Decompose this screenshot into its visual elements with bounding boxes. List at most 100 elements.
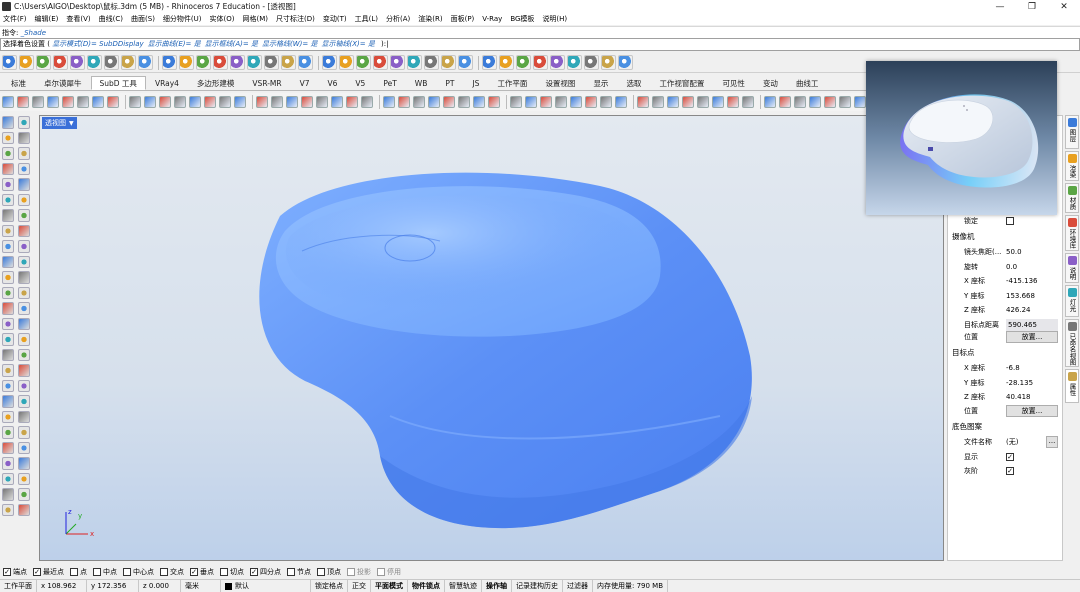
left-tool-icon[interactable] xyxy=(18,178,30,191)
standard-tool-icon[interactable] xyxy=(482,55,497,70)
standard-tool-icon[interactable] xyxy=(104,55,119,70)
standard-tool-icon[interactable] xyxy=(441,55,456,70)
subd-tool-icon[interactable] xyxy=(682,96,694,108)
osnap-2[interactable]: 点 xyxy=(70,567,87,577)
standard-tool-icon[interactable] xyxy=(516,55,531,70)
left-tool-icon[interactable] xyxy=(18,364,30,377)
left-tool-icon[interactable] xyxy=(2,224,14,237)
perspective-viewport[interactable]: 透视图 ▼ x y z xyxy=(39,115,944,561)
left-tool-icon[interactable] xyxy=(18,193,30,206)
osnap-checkbox[interactable]: ✓ xyxy=(250,567,258,576)
prop-value[interactable]: -6.8 xyxy=(1006,364,1020,372)
tab-20[interactable]: 曲线工 xyxy=(787,76,828,90)
prop-value[interactable]: 590.465 xyxy=(1006,318,1058,331)
osnap-10[interactable]: 顶点 xyxy=(317,567,341,577)
left-tool-icon[interactable] xyxy=(18,271,30,284)
standard-tool-icon[interactable] xyxy=(247,55,262,70)
osnap-0[interactable]: ✓ 端点 xyxy=(3,567,27,577)
osnap-12[interactable]: 停用 xyxy=(377,567,401,577)
standard-tool-icon[interactable] xyxy=(601,55,616,70)
left-tool-icon[interactable] xyxy=(18,162,30,175)
left-tool-icon[interactable] xyxy=(18,333,30,346)
left-tool-icon[interactable] xyxy=(18,240,30,253)
subd-tool-icon[interactable] xyxy=(764,96,776,108)
tab-12[interactable]: JS xyxy=(463,76,488,90)
subd-tool-icon[interactable] xyxy=(697,96,709,108)
left-tool-icon[interactable] xyxy=(2,178,14,191)
osnap-checkbox[interactable] xyxy=(220,567,228,576)
subd-tool-icon[interactable] xyxy=(189,96,201,108)
left-tool-icon[interactable] xyxy=(18,131,30,144)
subd-tool-icon[interactable] xyxy=(794,96,806,108)
standard-tool-icon[interactable] xyxy=(390,55,405,70)
osnap-checkbox[interactable] xyxy=(377,567,385,576)
subd-tool-icon[interactable] xyxy=(331,96,343,108)
standard-tool-icon[interactable] xyxy=(162,55,177,70)
tab-7[interactable]: V6 xyxy=(319,76,347,90)
tab-1[interactable]: 卓尔谟犀牛 xyxy=(35,76,91,90)
minimize-button[interactable]: — xyxy=(984,0,1016,13)
prompt-option-1[interactable]: 显示曲线(E)= 是 xyxy=(148,40,201,48)
subd-tool-icon[interactable] xyxy=(667,96,679,108)
menu-item-11[interactable]: 分析(A) xyxy=(386,14,410,24)
left-tool-icon[interactable] xyxy=(18,457,30,470)
subd-tool-icon[interactable] xyxy=(428,96,440,108)
current-layer[interactable]: 默认 xyxy=(221,580,311,592)
tab-19[interactable]: 变动 xyxy=(754,76,787,90)
menu-item-0[interactable]: 文件(F) xyxy=(3,14,27,24)
menu-item-4[interactable]: 曲面(S) xyxy=(131,14,155,24)
lock-checkbox[interactable] xyxy=(1006,217,1014,225)
menu-item-14[interactable]: V-Ray xyxy=(482,15,502,23)
osnap-1[interactable]: ✓ 最近点 xyxy=(33,567,64,577)
subd-tool-icon[interactable] xyxy=(854,96,866,108)
status-toggle-1[interactable]: 正交 xyxy=(348,580,371,592)
standard-tool-icon[interactable] xyxy=(53,55,68,70)
osnap-checkbox[interactable]: ✓ xyxy=(190,567,198,576)
subd-tool-icon[interactable] xyxy=(346,96,358,108)
subd-tool-icon[interactable] xyxy=(77,96,89,108)
subd-tool-icon[interactable] xyxy=(383,96,395,108)
side-tab-4[interactable]: 说明 xyxy=(1065,253,1079,283)
left-tool-icon[interactable] xyxy=(18,472,30,485)
subd-tool-icon[interactable] xyxy=(458,96,470,108)
prompt-option-4[interactable]: 显示轴线(X)= 是 xyxy=(321,40,374,48)
osnap-9[interactable]: 节点 xyxy=(287,567,311,577)
left-tool-icon[interactable] xyxy=(18,147,30,160)
subd-tool-icon[interactable] xyxy=(286,96,298,108)
subd-tool-icon[interactable] xyxy=(174,96,186,108)
subd-tool-icon[interactable] xyxy=(32,96,44,108)
side-tab-6[interactable]: 已命名视图 xyxy=(1065,319,1079,367)
subd-tool-icon[interactable] xyxy=(361,96,373,108)
standard-tool-icon[interactable] xyxy=(618,55,633,70)
standard-tool-icon[interactable] xyxy=(138,55,153,70)
osnap-7[interactable]: 切点 xyxy=(220,567,244,577)
viewport-title-tab[interactable]: 透视图 ▼ xyxy=(42,117,77,129)
standard-tool-icon[interactable] xyxy=(196,55,211,70)
osnap-checkbox[interactable] xyxy=(160,567,168,576)
tab-3[interactable]: VRay4 xyxy=(146,76,188,90)
left-tool-icon[interactable] xyxy=(2,286,14,299)
subd-tool-icon[interactable] xyxy=(712,96,724,108)
left-tool-icon[interactable] xyxy=(2,131,14,144)
menu-item-13[interactable]: 面板(P) xyxy=(451,14,475,24)
subd-tool-icon[interactable] xyxy=(204,96,216,108)
standard-tool-icon[interactable] xyxy=(36,55,51,70)
left-tool-icon[interactable] xyxy=(2,302,14,315)
left-tool-icon[interactable] xyxy=(2,193,14,206)
subd-tool-icon[interactable] xyxy=(540,96,552,108)
standard-tool-icon[interactable] xyxy=(230,55,245,70)
subd-tool-icon[interactable] xyxy=(615,96,627,108)
prop-value[interactable]: 0.0 xyxy=(1006,263,1017,271)
subd-tool-icon[interactable] xyxy=(234,96,246,108)
left-tool-icon[interactable] xyxy=(18,503,30,516)
left-tool-icon[interactable] xyxy=(2,503,14,516)
left-tool-icon[interactable] xyxy=(2,410,14,423)
left-tool-icon[interactable] xyxy=(18,395,30,408)
subd-tool-icon[interactable] xyxy=(144,96,156,108)
left-tool-icon[interactable] xyxy=(18,255,30,268)
subd-tool-icon[interactable] xyxy=(585,96,597,108)
camera-place-button[interactable]: 放置... xyxy=(1006,331,1058,343)
tab-14[interactable]: 设置视图 xyxy=(536,76,584,90)
osnap-5[interactable]: 交点 xyxy=(160,567,184,577)
subd-tool-icon[interactable] xyxy=(107,96,119,108)
